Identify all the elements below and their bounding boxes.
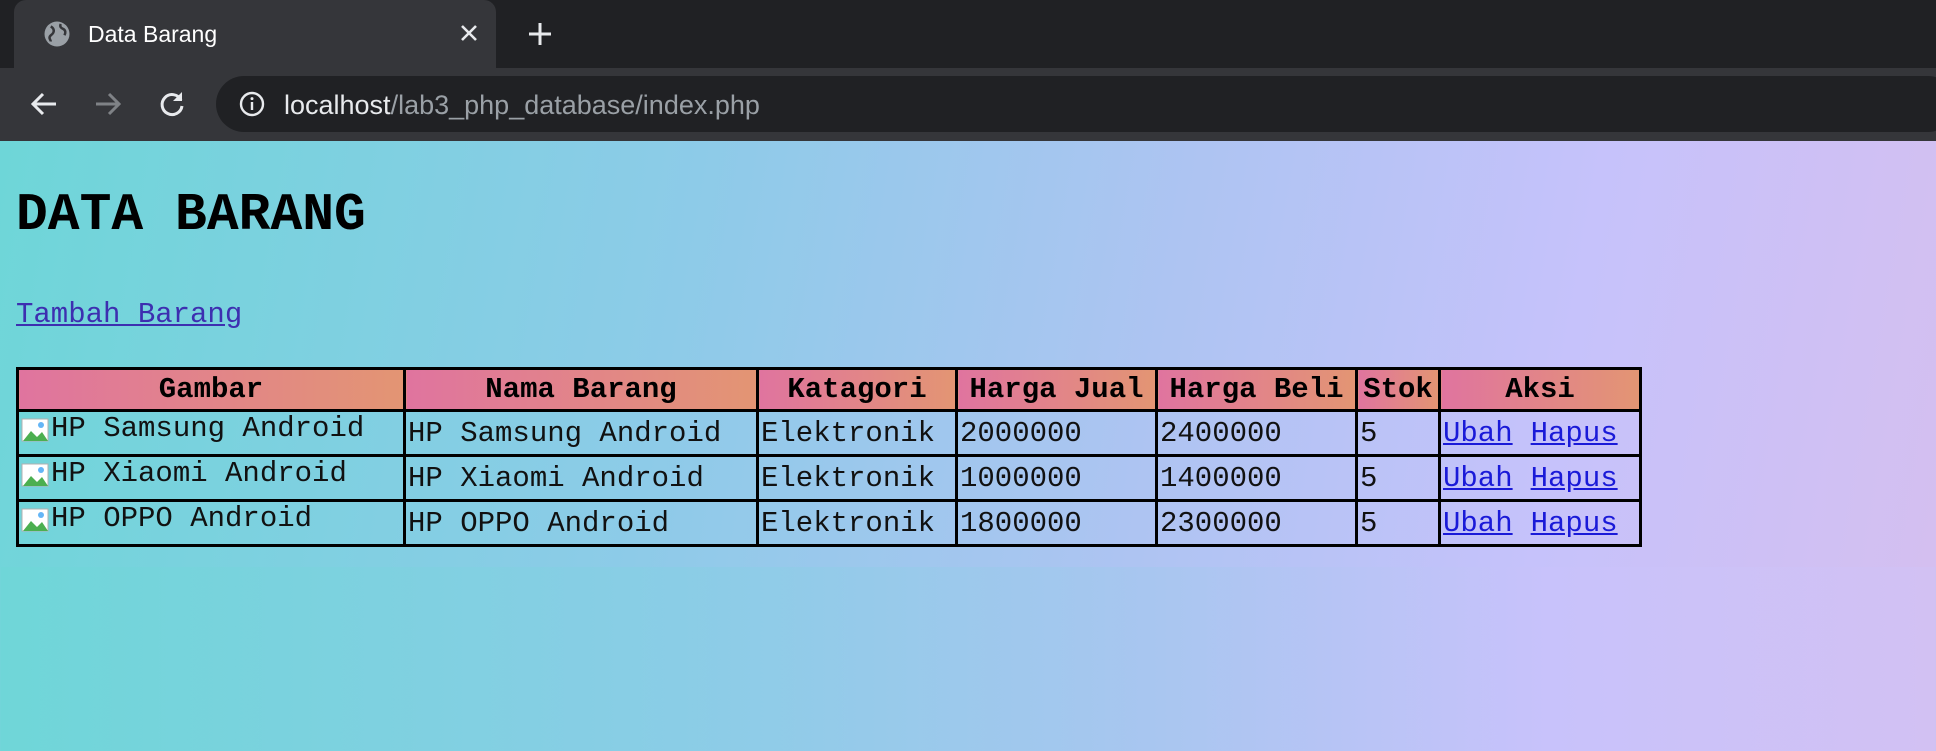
- table-row: HP Samsung Android HP Samsung Android El…: [16, 409, 1642, 457]
- forward-arrow-icon: [96, 92, 122, 116]
- url-host: localhost: [284, 90, 391, 120]
- reload-icon: [160, 92, 184, 116]
- cell-harga-jual: 1800000: [955, 499, 1158, 547]
- column-header-harga-beli: Harga Beli: [1155, 367, 1358, 412]
- cell-gambar: HP Samsung Android: [16, 409, 406, 457]
- cell-stok: 5: [1355, 499, 1441, 547]
- column-header-gambar: Gambar: [16, 367, 406, 412]
- cell-harga-jual: 2000000: [955, 409, 1158, 457]
- edit-link[interactable]: Ubah: [1443, 417, 1513, 450]
- column-header-katagori: Katagori: [756, 367, 958, 412]
- broken-image-icon: [21, 463, 49, 487]
- cell-stok: 5: [1355, 409, 1441, 457]
- browser-toolbar: localhost/lab3_php_database/index.php: [0, 68, 1936, 141]
- column-header-harga-jual: Harga Jual: [955, 367, 1158, 412]
- image-alt-text: HP OPPO Android: [51, 502, 313, 535]
- broken-image-icon: [21, 508, 49, 532]
- delete-link[interactable]: Hapus: [1531, 417, 1618, 450]
- items-table: Gambar Nama Barang Katagori Harga Jual H…: [16, 367, 1642, 547]
- add-item-link[interactable]: Tambah Barang: [16, 298, 242, 332]
- cell-aksi: Ubah Hapus: [1438, 499, 1642, 547]
- close-icon: [461, 25, 477, 41]
- new-tab-button[interactable]: [520, 14, 560, 54]
- column-header-nama-barang: Nama Barang: [403, 367, 759, 412]
- image-alt-text: HP Samsung Android: [51, 412, 365, 445]
- browser-tab[interactable]: Data Barang: [14, 0, 496, 68]
- cell-harga-jual: 1000000: [955, 454, 1158, 502]
- tab-title: Data Barang: [88, 21, 218, 47]
- cell-katagori: Elektronik: [756, 409, 958, 457]
- cell-katagori: Elektronik: [756, 454, 958, 502]
- cell-nama-barang: HP OPPO Android: [403, 499, 759, 547]
- delete-link[interactable]: Hapus: [1531, 507, 1618, 540]
- cell-harga-beli: 2300000: [1155, 499, 1358, 547]
- edit-link[interactable]: Ubah: [1443, 507, 1513, 540]
- browser-frame: Data Barang localhost/lab3_php_database/…: [0, 0, 1936, 141]
- page-title: DATA BARANG: [16, 185, 366, 245]
- table-header-row: Gambar Nama Barang Katagori Harga Jual H…: [16, 367, 1642, 412]
- cell-stok: 5: [1355, 454, 1441, 502]
- forward-button[interactable]: [86, 82, 130, 126]
- plus-icon: [529, 23, 551, 45]
- delete-link[interactable]: Hapus: [1531, 462, 1618, 495]
- close-tab-button[interactable]: [450, 14, 488, 52]
- table-row: HP Xiaomi Android HP Xiaomi Android Elek…: [16, 454, 1642, 502]
- table-row: HP OPPO Android HP OPPO Android Elektron…: [16, 499, 1642, 547]
- info-icon[interactable]: [238, 90, 266, 118]
- broken-image-icon: [21, 418, 49, 442]
- image-alt-text: HP Xiaomi Android: [51, 457, 347, 490]
- address-bar[interactable]: localhost/lab3_php_database/index.php: [216, 76, 1936, 132]
- cell-harga-beli: 1400000: [1155, 454, 1358, 502]
- column-header-stok: Stok: [1355, 367, 1441, 412]
- cell-nama-barang: HP Samsung Android: [403, 409, 759, 457]
- back-button[interactable]: [22, 82, 66, 126]
- page-viewport: DATA BARANG Tambah Barang Gambar Nama Ba…: [0, 141, 1936, 751]
- url-path: /lab3_php_database/index.php: [390, 90, 760, 120]
- column-header-aksi: Aksi: [1438, 367, 1642, 412]
- url-text[interactable]: localhost/lab3_php_database/index.php: [284, 89, 760, 121]
- edit-link[interactable]: Ubah: [1443, 462, 1513, 495]
- cell-gambar: HP OPPO Android: [16, 499, 406, 547]
- cell-aksi: Ubah Hapus: [1438, 454, 1642, 502]
- cell-aksi: Ubah Hapus: [1438, 409, 1642, 457]
- cell-katagori: Elektronik: [756, 499, 958, 547]
- reload-button[interactable]: [150, 82, 194, 126]
- cell-harga-beli: 2400000: [1155, 409, 1358, 457]
- cell-gambar: HP Xiaomi Android: [16, 454, 406, 502]
- back-arrow-icon: [30, 92, 56, 116]
- globe-icon: [44, 21, 70, 47]
- cell-nama-barang: HP Xiaomi Android: [403, 454, 759, 502]
